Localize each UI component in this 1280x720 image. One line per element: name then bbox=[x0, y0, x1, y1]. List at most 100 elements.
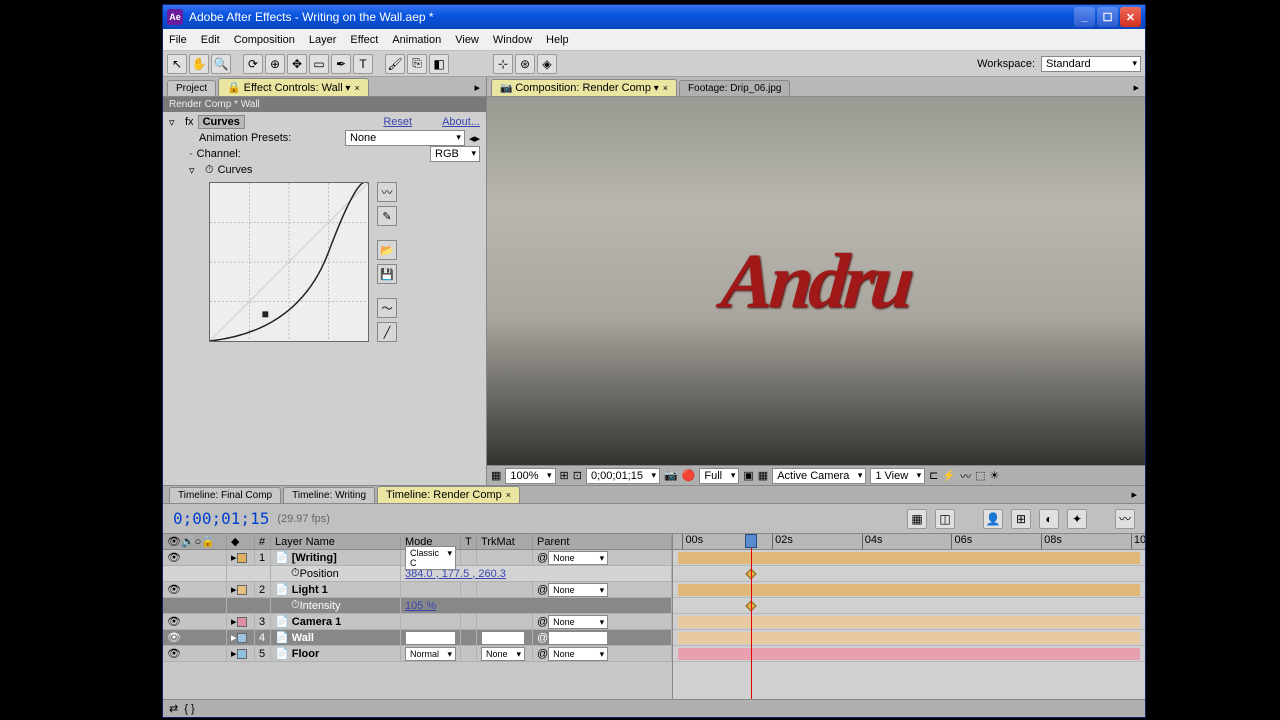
effect-name[interactable]: Curves bbox=[198, 115, 245, 129]
stopwatch-icon[interactable]: ⏱ bbox=[291, 599, 300, 612]
hide-shy-icon[interactable]: 👤 bbox=[983, 509, 1003, 529]
lock-icon[interactable]: 🔒 bbox=[201, 535, 215, 548]
stopwatch-icon[interactable]: ⏱ bbox=[205, 164, 214, 177]
close-tab-icon[interactable]: × bbox=[354, 83, 359, 93]
pen-tool-icon[interactable]: ✒ bbox=[331, 54, 351, 74]
show-channel-icon[interactable]: 🔴 bbox=[682, 469, 696, 482]
smooth-icon[interactable]: 〜 bbox=[377, 298, 397, 318]
track-row[interactable] bbox=[673, 582, 1145, 598]
track-row[interactable] bbox=[673, 598, 1145, 614]
label-color[interactable] bbox=[237, 617, 247, 627]
col-name[interactable]: Layer Name bbox=[271, 534, 401, 549]
parent-dropdown[interactable]: None bbox=[548, 583, 608, 597]
motion-blur-icon[interactable]: ◐ bbox=[1039, 509, 1059, 529]
snapshot-icon[interactable]: 📷 bbox=[664, 469, 678, 482]
composition-viewer[interactable]: Andru bbox=[487, 97, 1145, 465]
twirl-icon[interactable]: ▿ bbox=[189, 164, 201, 177]
layer-bar[interactable] bbox=[678, 648, 1141, 660]
minimize-button[interactable]: _ bbox=[1074, 7, 1095, 27]
label-color[interactable] bbox=[237, 553, 247, 563]
next-preset-icon[interactable]: ▸ bbox=[474, 132, 480, 145]
menu-window[interactable]: Window bbox=[493, 34, 532, 46]
shape-tool-icon[interactable]: ▭ bbox=[309, 54, 329, 74]
property-value[interactable]: 105 % bbox=[405, 600, 436, 612]
pickwhip-icon[interactable]: @ bbox=[537, 616, 548, 628]
eye-icon[interactable]: 👁 bbox=[167, 615, 181, 628]
speaker-icon[interactable]: 🔊 bbox=[181, 535, 195, 548]
graph-editor-icon[interactable]: 〰 bbox=[1115, 509, 1135, 529]
local-axis-icon[interactable]: ⊹ bbox=[493, 54, 513, 74]
trkmat-dropdown[interactable]: None bbox=[481, 647, 525, 661]
track-row[interactable] bbox=[673, 614, 1145, 630]
roi-icon[interactable]: ▣ bbox=[743, 469, 753, 482]
layer-bar[interactable] bbox=[678, 584, 1141, 596]
menu-view[interactable]: View bbox=[455, 34, 479, 46]
flowchart-icon[interactable]: ⬚ bbox=[975, 469, 985, 482]
pickwhip-icon[interactable]: @ bbox=[537, 632, 548, 644]
close-tab-icon[interactable]: × bbox=[506, 490, 511, 500]
zoom-dropdown[interactable]: 100% bbox=[505, 468, 555, 484]
maximize-button[interactable]: ☐ bbox=[1097, 7, 1118, 27]
brush-tool-icon[interactable]: 🖌 bbox=[385, 54, 405, 74]
panel-menu-icon[interactable]: ▸ bbox=[1131, 79, 1141, 96]
time-display[interactable]: 0;00;01;15 bbox=[586, 468, 660, 484]
label-icon[interactable]: ◆ bbox=[231, 535, 239, 548]
fx-toggle-icon[interactable]: fx bbox=[185, 116, 194, 128]
layer-row[interactable]: 👁▸5📄 FloorNormalNone@ None bbox=[163, 646, 672, 662]
menu-effect[interactable]: Effect bbox=[350, 34, 378, 46]
solo-icon[interactable]: ○ bbox=[195, 536, 202, 548]
pickwhip-icon[interactable]: @ bbox=[537, 648, 548, 660]
comp-flowchart-icon[interactable]: ▦ bbox=[907, 509, 927, 529]
track-row[interactable] bbox=[673, 630, 1145, 646]
layer-row[interactable]: 👁▸2📄 Light 1@ None bbox=[163, 582, 672, 598]
open-icon[interactable]: 📂 bbox=[377, 240, 397, 260]
camera-tool-icon[interactable]: ⊕ bbox=[265, 54, 285, 74]
expand-icon[interactable]: { } bbox=[184, 703, 194, 715]
eye-icon[interactable]: 👁 bbox=[167, 631, 181, 644]
col-parent[interactable]: Parent bbox=[533, 534, 672, 549]
grid-icon[interactable]: ▦ bbox=[491, 469, 501, 482]
timeline-tab-2[interactable]: Timeline: Render Comp× bbox=[377, 486, 520, 503]
footage-tab[interactable]: Footage: Drip_06.jpg bbox=[679, 80, 790, 96]
channel-icon[interactable]: ⊡ bbox=[573, 469, 582, 482]
effect-controls-tab[interactable]: 🔒 Effect Controls: Wall ▾× bbox=[218, 78, 369, 96]
col-num[interactable]: # bbox=[255, 534, 271, 549]
fast-preview-icon[interactable]: ⚡ bbox=[942, 469, 956, 482]
layer-bar[interactable] bbox=[678, 616, 1141, 628]
mode-dropdown[interactable]: Normal bbox=[405, 631, 456, 645]
about-link[interactable]: About... bbox=[442, 116, 480, 128]
parent-dropdown[interactable]: None bbox=[548, 551, 608, 565]
eraser-tool-icon[interactable]: ◧ bbox=[429, 54, 449, 74]
channel-dropdown[interactable]: RGB bbox=[430, 146, 480, 162]
track-row[interactable] bbox=[673, 646, 1145, 662]
reset-link[interactable]: Reset bbox=[383, 116, 412, 128]
label-color[interactable] bbox=[237, 585, 247, 595]
menu-file[interactable]: File bbox=[169, 34, 187, 46]
close-tab-icon[interactable]: × bbox=[663, 83, 668, 93]
timeline-tab-1[interactable]: Timeline: Writing bbox=[283, 487, 375, 503]
titlebar[interactable]: Ae Adobe After Effects - Writing on the … bbox=[163, 5, 1145, 29]
timeline-icon[interactable]: 〰 bbox=[960, 468, 971, 484]
clone-tool-icon[interactable]: ⎘ bbox=[407, 54, 427, 74]
pencil-icon[interactable]: ✎ bbox=[377, 206, 397, 226]
curves-graph[interactable] bbox=[209, 182, 369, 342]
world-axis-icon[interactable]: ⊛ bbox=[515, 54, 535, 74]
transparency-icon[interactable]: ▦ bbox=[758, 469, 768, 482]
hand-tool-icon[interactable]: ✋ bbox=[189, 54, 209, 74]
layer-name[interactable]: 📄 Wall bbox=[271, 630, 401, 645]
layer-name[interactable]: 📄 Floor bbox=[271, 646, 401, 661]
time-ruler[interactable]: 00s 02s 04s 06s 08s 10s bbox=[673, 534, 1145, 550]
pickwhip-icon[interactable]: @ bbox=[537, 584, 548, 596]
track-row[interactable] bbox=[673, 566, 1145, 582]
timeline-tab-0[interactable]: Timeline: Final Comp bbox=[169, 487, 281, 503]
type-tool-icon[interactable]: T bbox=[353, 54, 373, 74]
exposure-icon[interactable]: ☀ bbox=[990, 469, 1000, 482]
current-timecode[interactable]: 0;00;01;15 bbox=[173, 509, 269, 528]
col-t[interactable]: T bbox=[461, 534, 477, 549]
menu-edit[interactable]: Edit bbox=[201, 34, 220, 46]
save-icon[interactable]: 💾 bbox=[377, 264, 397, 284]
anim-presets-dropdown[interactable]: None bbox=[345, 130, 465, 146]
stopwatch-icon[interactable]: ⏱ bbox=[291, 567, 300, 580]
frame-blend-icon[interactable]: ⊞ bbox=[1011, 509, 1031, 529]
label-color[interactable] bbox=[237, 649, 247, 659]
